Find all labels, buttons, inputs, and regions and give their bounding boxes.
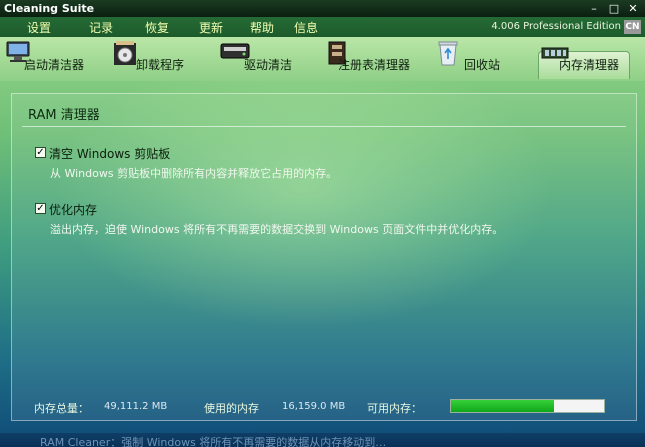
used-memory-label: 使用的内存 (204, 402, 259, 415)
available-memory-fill (451, 400, 554, 412)
tab-label: 启动清洁器 (24, 58, 85, 72)
total-memory-label: 内存总量： (34, 402, 89, 415)
menu-update[interactable]: 更新 (199, 19, 223, 36)
clear-clipboard-checkbox[interactable]: ✓ (35, 147, 46, 158)
bottom-status-text: RAM Cleaner：强制 Windows 将所有不再需要的数据从内存移动到… (40, 436, 387, 447)
tab-memory-cleaner[interactable]: 内存清理器 (538, 47, 630, 79)
tab-label: 注册表清理器 (338, 58, 411, 72)
tab-bar: 启动清洁器 卸载程序 驱动清洁 注册表清理器 回收站 内存清理器 (0, 37, 645, 81)
panel-title: RAM 清理器 (28, 108, 100, 123)
tab-registry-cleaner[interactable]: 注册表清理器 (320, 41, 426, 79)
menu-restore[interactable]: 恢复 (145, 19, 169, 36)
available-memory-label: 可用内存： (367, 402, 422, 415)
tab-recycle-bin[interactable]: 回收站 (434, 41, 514, 79)
recycle-bin-icon (438, 41, 458, 66)
total-memory-value: 49,111.2 MB (104, 401, 168, 412)
tab-uninstaller[interactable]: 卸载程序 (108, 41, 190, 79)
tab-label: 内存清理器 (559, 58, 620, 72)
used-memory-value: 16,159.0 MB (282, 401, 346, 412)
tab-startup-cleaner[interactable]: 启动清洁器 (4, 41, 94, 79)
menu-help[interactable]: 帮助 (250, 19, 274, 36)
ram-cleaner-panel: RAM 清理器 ✓ 清空 Windows 剪贴板 从 Windows 剪贴板中删… (11, 93, 637, 421)
option-label: 清空 Windows 剪贴板 (49, 147, 171, 161)
memory-status-bar: 内存总量： 49,111.2 MB 使用的内存 16,159.0 MB 可用内存… (34, 399, 624, 415)
menu-settings[interactable]: 设置 (27, 19, 51, 36)
panel-divider (22, 126, 626, 127)
menu-info[interactable]: 信息 (294, 19, 318, 36)
app-window: Cleaning Suite – □ ✕ 设置 记录 恢复 更新 帮助 信息 4… (0, 0, 645, 447)
option-description: 从 Windows 剪贴板中删除所有内容并释放它占用的内存。 (50, 167, 338, 180)
restore-button[interactable]: □ (605, 1, 623, 16)
menu-bar: 设置 记录 恢复 更新 帮助 信息 4.006 Professional Edi… (0, 17, 645, 37)
optimize-memory-checkbox[interactable]: ✓ (35, 203, 46, 214)
title-bar: Cleaning Suite – □ ✕ (0, 0, 645, 17)
window-title: Cleaning Suite (4, 2, 95, 15)
tab-drive-cleaner[interactable]: 驱动清洁 (216, 43, 308, 79)
edition-label: 4.006 Professional Edition (491, 21, 621, 32)
close-button[interactable]: ✕ (624, 1, 642, 16)
bottom-status-strip: RAM Cleaner：强制 Windows 将所有不再需要的数据从内存移动到… (0, 433, 645, 447)
tab-label: 驱动清洁 (244, 58, 293, 72)
tab-label: 回收站 (464, 58, 501, 72)
available-memory-bar (450, 399, 605, 413)
language-badge[interactable]: CN (624, 20, 641, 34)
option-label: 优化内存 (49, 203, 98, 217)
minimize-button[interactable]: – (585, 1, 603, 16)
menu-log[interactable]: 记录 (89, 19, 113, 36)
option-description: 溢出内存，迫使 Windows 将所有不再需要的数据交换到 Windows 页面… (50, 223, 504, 236)
tab-label: 卸载程序 (136, 58, 185, 72)
